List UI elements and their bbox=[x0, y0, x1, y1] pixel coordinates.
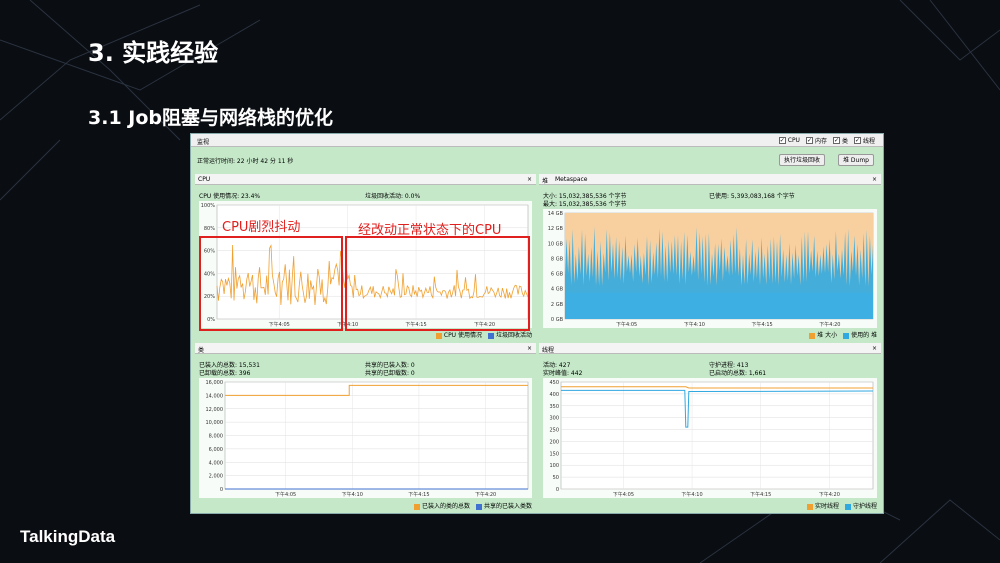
cpu-legend: CPU 使用情况 垃圾回收活动 bbox=[435, 330, 532, 339]
y-tick-label: 4 GB bbox=[551, 287, 564, 293]
checkbox-memory[interactable]: ✓ 内存 bbox=[805, 136, 827, 145]
y-tick-label: 200 bbox=[549, 439, 559, 445]
checkbox-classes[interactable]: ✓ 类 bbox=[832, 136, 848, 145]
x-tick-label: 下午4:15 bbox=[408, 491, 429, 498]
y-tick-label: 0 GB bbox=[551, 317, 564, 323]
view-checkboxes: ✓ CPU ✓ 内存 ✓ 类 ✓ 线程 bbox=[778, 136, 875, 145]
heap-panel: 堆 Metaspace × 大小: 15,032,385,536 个字节 已使用… bbox=[539, 174, 881, 340]
slide-title: 3. 实践经验 bbox=[88, 39, 219, 67]
y-tick-label: 8 GB bbox=[551, 256, 564, 262]
close-icon[interactable]: × bbox=[872, 345, 877, 352]
y-tick-label: 10,000 bbox=[206, 420, 224, 426]
annotation-jitter-label: CPU剧烈抖动 bbox=[222, 220, 301, 235]
heap-used-label: 已使用: 5,393,083,168 个字节 bbox=[709, 193, 795, 200]
y-tick-label: 80% bbox=[204, 226, 215, 232]
heap-legend: 堆 大小 使用的 堆 bbox=[809, 330, 877, 339]
threads-legend: 实时线程 守护线程 bbox=[806, 501, 877, 510]
x-tick-label: 下午4:20 bbox=[819, 491, 840, 498]
x-tick-label: 下午4:05 bbox=[275, 491, 296, 498]
y-tick-label: 450 bbox=[549, 380, 559, 386]
y-tick-label: 350 bbox=[549, 404, 559, 410]
close-icon[interactable]: × bbox=[872, 176, 877, 183]
classes-panel: 类 × 已装入的总数: 15,531 共享的已装入数: 0 已卸载的总数: 396… bbox=[195, 343, 536, 511]
y-tick-label: 4,000 bbox=[209, 460, 223, 466]
peak-threads-label: 实时峰值: 442 bbox=[543, 370, 583, 377]
plot-area bbox=[560, 381, 874, 490]
y-tick-label: 16,000 bbox=[206, 380, 224, 386]
y-tick-label: 6,000 bbox=[209, 447, 223, 453]
y-tick-label: 12 GB bbox=[548, 226, 564, 232]
close-icon[interactable]: × bbox=[527, 345, 532, 352]
y-tick-label: 8,000 bbox=[209, 434, 223, 440]
y-tick-label: 250 bbox=[549, 428, 559, 434]
y-tick-label: 2,000 bbox=[209, 474, 223, 480]
x-tick-label: 下午4:15 bbox=[750, 491, 771, 498]
y-tick-label: 2 GB bbox=[551, 302, 564, 308]
tab-heap[interactable]: 堆 bbox=[542, 176, 548, 185]
y-tick-label: 14,000 bbox=[206, 393, 224, 399]
cpu-tab[interactable]: CPU × bbox=[195, 174, 536, 185]
started-threads-label: 已启动的总数: 1,661 bbox=[709, 370, 767, 377]
threads-panel: 线程 × 活动: 427 守护进程: 413 实时峰值: 442 已启动的总数: … bbox=[539, 343, 881, 511]
annotation-normal-label: 经改动正常状态下的CPU bbox=[358, 223, 502, 238]
unloaded-classes-label: 已卸载的总数: 396 bbox=[199, 370, 251, 377]
x-tick-label: 下午4:10 bbox=[681, 491, 702, 498]
gc-button[interactable]: 执行垃圾回收 bbox=[779, 154, 826, 166]
monitor-tab-bar: 监视 ✓ CPU ✓ 内存 ✓ 类 ✓ 线程 bbox=[191, 134, 883, 147]
classes-tab[interactable]: 类 × bbox=[195, 343, 536, 354]
tab-monitor[interactable]: 监视 bbox=[197, 137, 209, 146]
annotation-box-jitter bbox=[199, 236, 343, 331]
brand-logo: TalkingData bbox=[20, 527, 116, 546]
x-tick-label: 下午4:20 bbox=[475, 491, 496, 498]
x-tick-label: 下午4:10 bbox=[684, 321, 705, 328]
x-tick-label: 下午4:05 bbox=[613, 491, 634, 498]
heap-chart: 14 GB 12 GB 10 GB 8 GB 6 GB 4 GB 2 GB 0 GB 下午4:0… bbox=[543, 209, 877, 328]
monitor-window: 监视 ✓ CPU ✓ 内存 ✓ 类 ✓ 线程 正常运行时间: 22 小时 42 分 11… bbox=[190, 133, 884, 514]
checkbox-threads[interactable]: ✓ 线程 bbox=[853, 136, 875, 145]
uptime-label: 正常运行时间: 22 小时 42 分 11 秒 bbox=[197, 158, 294, 165]
tab-metaspace[interactable]: Metaspace bbox=[555, 176, 588, 183]
y-tick-label: 12,000 bbox=[206, 407, 224, 413]
y-tick-label: 400 bbox=[549, 392, 559, 398]
y-tick-label: 100 bbox=[549, 463, 559, 469]
y-tick-label: 300 bbox=[549, 416, 559, 422]
cpu-usage-label: CPU 使用情况: 23.4% bbox=[199, 193, 261, 200]
x-tick-label: 下午4:10 bbox=[342, 491, 363, 498]
y-tick-label: 6 GB bbox=[551, 272, 564, 278]
heap-max-label: 最大: 15,032,385,536 个字节 bbox=[543, 201, 627, 208]
y-tick-label: 0 bbox=[220, 487, 223, 493]
slide-subtitle: 3.1 Job阻塞与网络栈的优化 bbox=[88, 107, 333, 129]
close-icon[interactable]: × bbox=[527, 176, 532, 183]
x-tick-label: 下午4:20 bbox=[819, 321, 840, 328]
y-tick-label: 10 GB bbox=[548, 241, 564, 247]
y-tick-label: 0 bbox=[556, 487, 559, 493]
y-tick-label: 100% bbox=[201, 203, 216, 209]
threads-tab[interactable]: 线程 × bbox=[539, 343, 881, 354]
y-tick-label: 50 bbox=[553, 475, 559, 481]
checkbox-cpu[interactable]: ✓ CPU bbox=[778, 136, 800, 145]
heap-dump-button[interactable]: 堆 Dump bbox=[838, 154, 874, 166]
threads-chart: 450 400 350 300 250 200 150 100 50 0 下午4:05 下午4:10 下… bbox=[543, 378, 877, 498]
x-tick-label: 下午4:05 bbox=[616, 321, 637, 328]
heap-tab[interactable]: 堆 Metaspace × bbox=[539, 174, 881, 185]
x-tick-label: 下午4:15 bbox=[752, 321, 773, 328]
classes-chart: 16,000 14,000 12,000 10,000 8,000 6,000 4,000 2… bbox=[199, 378, 532, 498]
shared-unloaded-label: 共享的已卸载数: 0 bbox=[365, 370, 415, 377]
gc-activity-label: 垃圾回收活动: 0.0% bbox=[365, 193, 421, 200]
y-tick-label: 14 GB bbox=[548, 211, 564, 217]
classes-legend: 已装入的类的总数 共享的已装入类数 bbox=[413, 501, 532, 510]
y-tick-label: 150 bbox=[549, 451, 559, 457]
annotation-box-normal bbox=[345, 236, 530, 331]
